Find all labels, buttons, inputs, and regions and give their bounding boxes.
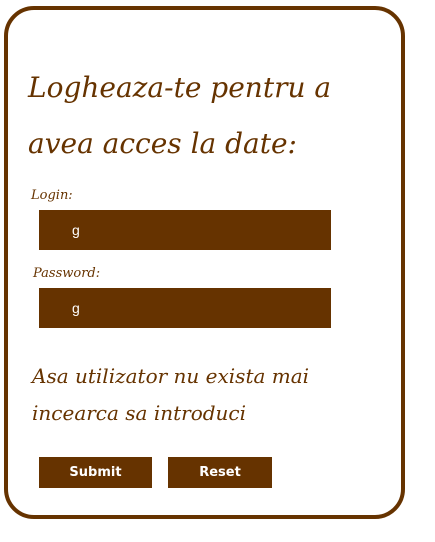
form-title: Logheaza-te pentru a avea acces la date: bbox=[28, 71, 332, 160]
login-form-card: Logheaza-te pentru a avea acces la date:… bbox=[4, 6, 405, 519]
reset-button[interactable]: Reset bbox=[168, 457, 272, 488]
submit-button[interactable]: Submit bbox=[39, 457, 152, 488]
login-label: Login: bbox=[31, 188, 73, 203]
password-label: Password: bbox=[33, 266, 101, 281]
password-input[interactable] bbox=[39, 288, 331, 328]
login-input[interactable] bbox=[39, 210, 331, 250]
error-message: Asa utilizator nu exista mai incearca sa… bbox=[32, 364, 310, 425]
